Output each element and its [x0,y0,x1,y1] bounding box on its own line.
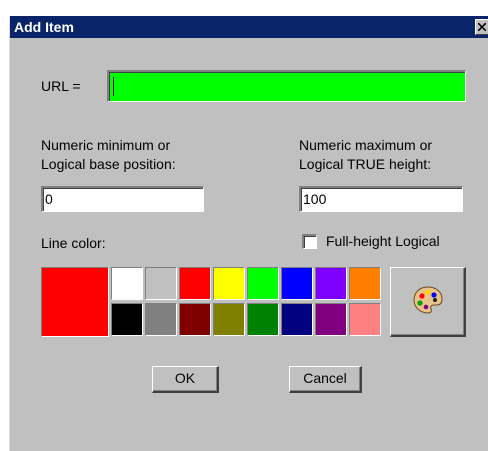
color-swatch-bottom-5[interactable] [247,303,279,336]
ok-button[interactable]: OK [152,366,219,393]
color-swatch-bottom-7[interactable] [315,303,347,336]
color-swatch-bottom-6[interactable] [281,303,313,336]
color-swatch-top-8[interactable] [349,267,381,300]
minimum-input[interactable]: 0 [41,186,204,212]
maximum-label-line1: Numeric maximum or [299,137,433,153]
maximum-input[interactable]: 100 [299,186,463,212]
cancel-button[interactable]: Cancel [289,366,362,393]
custom-color-button[interactable] [390,267,466,337]
url-input[interactable] [107,70,466,102]
window-title: Add Item [14,19,74,35]
color-swatch-top-6[interactable] [281,267,313,300]
color-swatch-top-4[interactable] [213,267,245,300]
palette-icon [413,286,443,314]
line-color-label: Line color: [41,235,106,251]
color-swatch-bottom-8[interactable] [349,303,381,336]
maximum-label-line2: Logical TRUE height: [299,156,432,172]
add-item-dialog: Add Item URL = Numeric minimum or Logica… [9,16,488,451]
full-height-checkbox[interactable] [302,234,317,249]
color-swatch-panel [41,267,391,337]
minimum-label-line1: Numeric minimum or [41,137,171,153]
color-swatch-top-3[interactable] [179,267,211,300]
full-height-label[interactable]: Full-height Logical [326,233,440,250]
text-caret [113,77,114,96]
close-button[interactable] [475,19,488,35]
minimum-label-line2: Logical base position: [41,156,176,172]
url-label: URL = [41,78,81,94]
title-bar[interactable]: Add Item [10,16,488,38]
color-swatch-top-7[interactable] [315,267,347,300]
selected-color-preview [41,267,109,337]
color-swatch-bottom-2[interactable] [145,303,177,336]
close-icon [478,23,486,31]
color-swatch-top-5[interactable] [247,267,279,300]
color-swatch-bottom-3[interactable] [179,303,211,336]
color-swatch-bottom-1[interactable] [111,303,143,336]
color-swatch-bottom-4[interactable] [213,303,245,336]
color-swatch-top-1[interactable] [111,267,143,300]
color-swatch-top-2[interactable] [145,267,177,300]
